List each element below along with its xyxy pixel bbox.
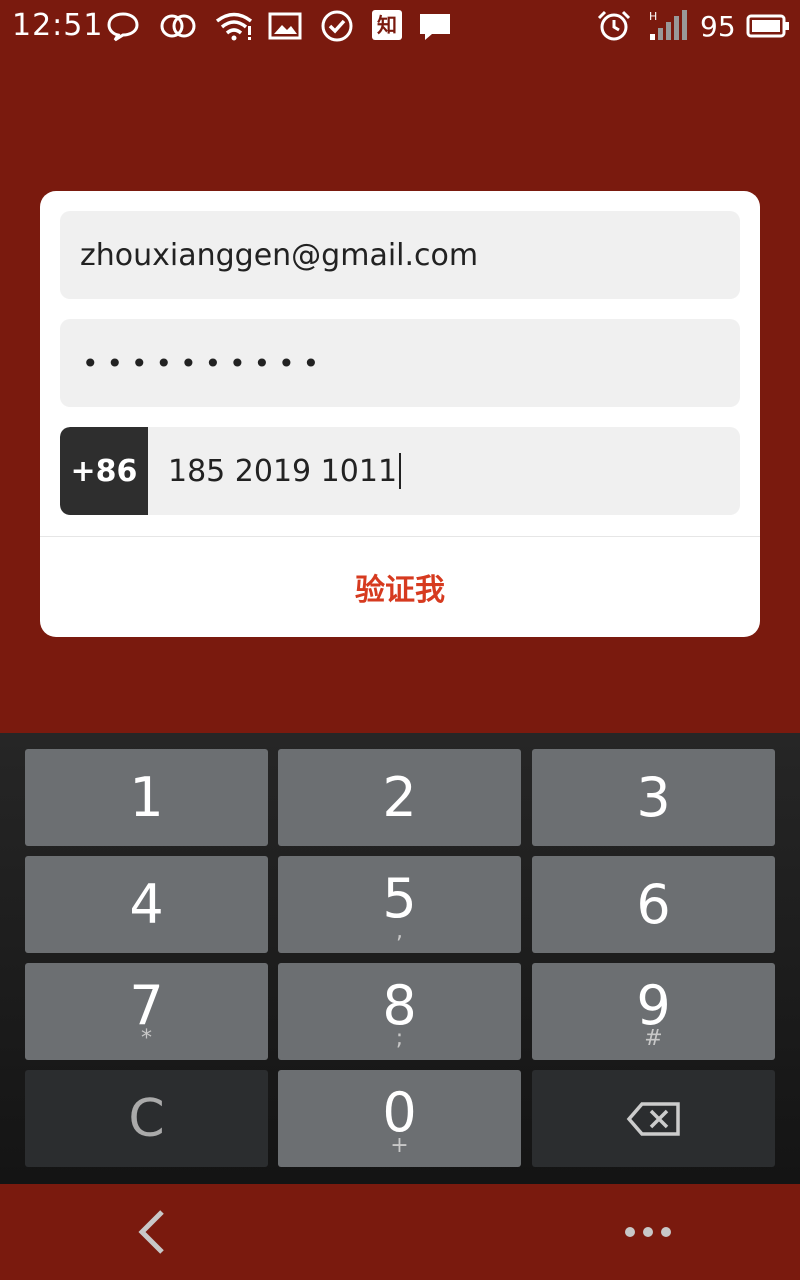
password-field[interactable]: •••••••••• bbox=[60, 319, 740, 407]
svg-text:H: H bbox=[649, 10, 657, 23]
battery-icon bbox=[746, 10, 790, 42]
key-digit: 4 bbox=[129, 872, 164, 936]
key-7[interactable]: 7 * bbox=[25, 963, 268, 1060]
status-time: 12:51 bbox=[12, 8, 104, 43]
text-cursor bbox=[399, 453, 402, 489]
clear-key[interactable]: C bbox=[25, 1070, 268, 1167]
phone-input[interactable]: 185 2019 1011 bbox=[148, 453, 402, 489]
key-digit: 6 bbox=[636, 872, 671, 936]
back-icon[interactable] bbox=[130, 1206, 176, 1258]
key-1[interactable]: 1 bbox=[25, 749, 268, 846]
key-9[interactable]: 9 # bbox=[532, 963, 775, 1060]
key-3[interactable]: 3 bbox=[532, 749, 775, 846]
bottom-nav bbox=[0, 1184, 800, 1280]
backspace-icon bbox=[626, 1101, 680, 1136]
status-bar: 12:51 知 H 95 bbox=[0, 0, 800, 52]
chat-bubble-icon bbox=[106, 10, 140, 42]
key-8[interactable]: 8 ; bbox=[278, 963, 521, 1060]
check-circle-icon bbox=[320, 10, 354, 42]
backspace-key[interactable] bbox=[532, 1070, 775, 1167]
key-symbol: # bbox=[644, 1025, 663, 1051]
verify-button[interactable]: 验证我 bbox=[40, 537, 760, 637]
wifi-icon bbox=[214, 10, 254, 42]
image-icon bbox=[268, 10, 302, 42]
key-symbol: + bbox=[390, 1132, 409, 1158]
clear-label: C bbox=[128, 1088, 165, 1149]
key-symbol: , bbox=[396, 918, 403, 944]
phone-field[interactable]: +86 185 2019 1011 bbox=[60, 427, 740, 515]
key-symbol: ; bbox=[395, 1025, 404, 1051]
key-4[interactable]: 4 bbox=[25, 856, 268, 953]
key-digit: 1 bbox=[129, 765, 164, 829]
battery-level: 95 bbox=[700, 10, 736, 43]
key-5[interactable]: 5 , bbox=[278, 856, 521, 953]
message-icon bbox=[418, 10, 452, 42]
zhihu-icon: 知 bbox=[372, 10, 402, 40]
key-digit: 3 bbox=[636, 765, 671, 829]
verification-card: zhouxianggen@gmail.com •••••••••• +86 18… bbox=[40, 191, 760, 637]
key-6[interactable]: 6 bbox=[532, 856, 775, 953]
circles-icon bbox=[158, 10, 198, 42]
key-2[interactable]: 2 bbox=[278, 749, 521, 846]
email-field[interactable]: zhouxianggen@gmail.com bbox=[60, 211, 740, 299]
key-0[interactable]: 0 + bbox=[278, 1070, 521, 1167]
signal-icon: H bbox=[648, 10, 690, 42]
key-digit: 2 bbox=[382, 765, 417, 829]
more-icon[interactable] bbox=[620, 1220, 676, 1244]
country-code-button[interactable]: +86 bbox=[60, 427, 148, 515]
alarm-icon bbox=[596, 10, 632, 42]
numeric-keypad: 1 2 3 4 5 , 6 7 * 8 ; 9 # C 0 + bbox=[0, 733, 800, 1184]
phone-number-text: 185 2019 1011 bbox=[168, 453, 398, 489]
key-symbol: * bbox=[141, 1025, 152, 1051]
